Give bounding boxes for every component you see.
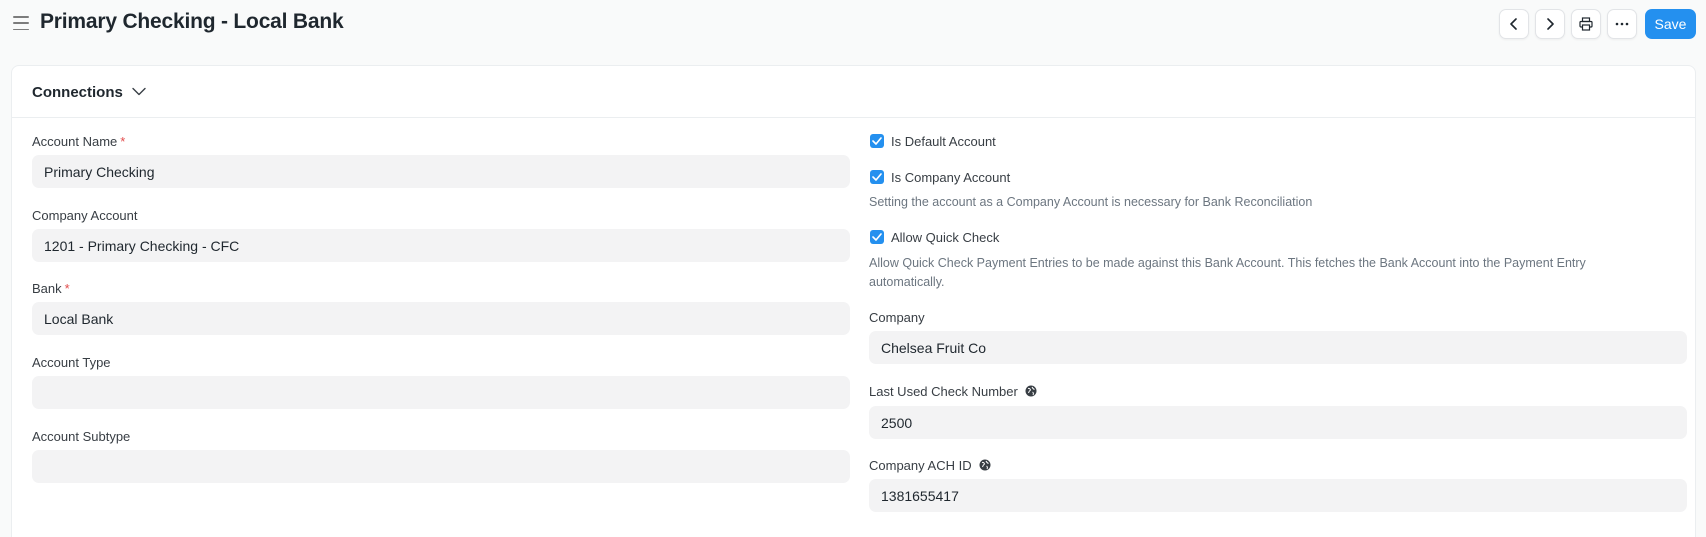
previous-button[interactable] (1499, 9, 1529, 39)
required-marker: * (64, 281, 70, 296)
is-default-label[interactable]: Is Default Account (891, 134, 996, 149)
account-subtype-label: Account Subtype (32, 429, 131, 444)
page-header: Primary Checking - Local Bank Save (0, 0, 1706, 48)
last-check-number-label: Last Used Check Number (869, 384, 1037, 399)
globe-icon (1025, 385, 1037, 397)
last-check-number-input[interactable]: 2500 (869, 406, 1687, 439)
bank-input[interactable]: Local Bank (32, 302, 850, 335)
allow-quick-check-help: Allow Quick Check Payment Entries to be … (869, 256, 1586, 289)
chevron-right-icon (1547, 18, 1554, 30)
account-subtype-input[interactable] (32, 450, 850, 483)
account-type-label: Account Type (32, 355, 111, 370)
bank-label: Bank * (32, 281, 70, 296)
required-marker: * (120, 134, 126, 149)
checkmark-icon (872, 173, 882, 181)
is-company-checkbox[interactable] (870, 170, 884, 184)
globe-icon (979, 459, 991, 471)
print-button[interactable] (1571, 9, 1601, 39)
company-input[interactable]: Chelsea Fruit Co (869, 331, 1687, 364)
bank-label-text: Bank (32, 281, 62, 296)
is-company-help: Setting the account as a Company Account… (869, 195, 1313, 209)
checkmark-icon (872, 137, 882, 145)
chevron-left-icon (1510, 18, 1517, 30)
company-ach-id-label: Company ACH ID (869, 458, 991, 473)
connections-section[interactable]: Connections (12, 66, 1695, 118)
company-ach-id-input[interactable]: 1381655417 (869, 479, 1687, 512)
account-name-label-text: Account Name (32, 134, 118, 149)
last-check-number-label-text: Last Used Check Number (869, 384, 1018, 399)
company-account-label: Company Account (32, 208, 138, 223)
form-card: Connections Account Name * Primary Checki… (11, 65, 1696, 537)
account-name-input[interactable]: Primary Checking (32, 155, 850, 188)
allow-quick-check-checkbox[interactable] (870, 230, 884, 244)
menu-icon[interactable] (13, 16, 29, 30)
connections-label: Connections (32, 84, 123, 101)
printer-icon (1579, 17, 1593, 31)
chevron-down-icon[interactable] (132, 87, 146, 96)
checkmark-icon (872, 233, 882, 241)
is-default-checkbox[interactable] (870, 134, 884, 148)
company-ach-id-label-text: Company ACH ID (869, 458, 972, 473)
ellipsis-icon (1615, 22, 1629, 26)
save-button[interactable]: Save (1645, 9, 1696, 39)
more-actions-button[interactable] (1607, 9, 1637, 39)
page-title: Primary Checking - Local Bank (40, 10, 344, 33)
company-label: Company (869, 310, 925, 325)
is-company-label[interactable]: Is Company Account (891, 170, 1010, 185)
account-name-label: Account Name * (32, 134, 125, 149)
allow-quick-check-label[interactable]: Allow Quick Check (891, 230, 999, 245)
account-type-input[interactable] (32, 376, 850, 409)
company-account-input[interactable]: 1201 - Primary Checking - CFC (32, 229, 850, 262)
next-button[interactable] (1535, 9, 1565, 39)
